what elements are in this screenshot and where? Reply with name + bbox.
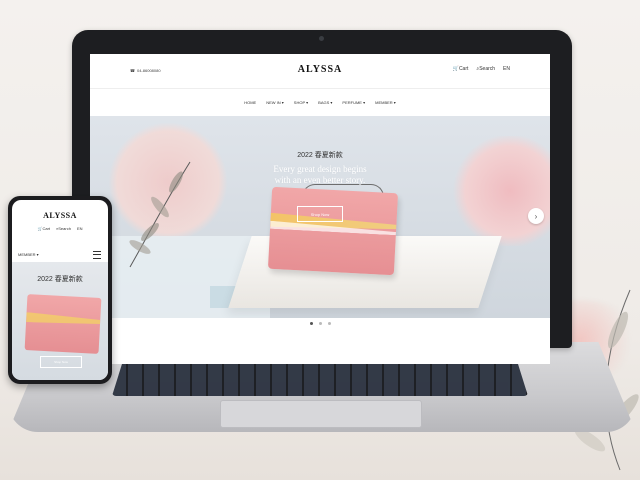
mobile-hero-title: 2022 春夏新款 xyxy=(37,276,83,283)
mobile-shop-now-button[interactable]: Shop Now xyxy=(40,356,82,368)
header-actions: 🛒Cart ⌕Search EN xyxy=(453,66,510,72)
hero-title: 2022 春夏新款 xyxy=(297,152,343,159)
mobile-site-logo[interactable]: ALYSSA xyxy=(12,211,108,220)
laptop-lid: ☎ 04-86008080 ALYSSA 🛒Cart ⌕Search EN HO… xyxy=(72,30,572,364)
hamburger-menu-icon[interactable] xyxy=(93,251,101,259)
carousel-dot-3[interactable] xyxy=(327,322,331,325)
search-link[interactable]: ⌕Search xyxy=(476,66,495,72)
hero-banner: 2022 春夏新款 Every great design begins with… xyxy=(90,116,550,318)
product-bag-image xyxy=(267,186,399,276)
leaf-branch-icon xyxy=(129,161,191,268)
mobile-cart-link[interactable]: 🛒Cart xyxy=(37,226,50,231)
nav-new-in[interactable]: NEW IN ▾ xyxy=(266,100,284,105)
mobile-screen: ALYSSA 🛒Cart ⌕Search EN MEMBER ▾ 2022 春夏… xyxy=(12,200,108,380)
laptop-screen: ☎ 04-86008080 ALYSSA 🛒Cart ⌕Search EN HO… xyxy=(90,54,550,364)
carousel-dot-1[interactable] xyxy=(309,322,313,325)
mobile-product-bag-image xyxy=(24,294,102,354)
carousel-dot-2[interactable] xyxy=(318,322,322,325)
hero-subtitle: Every great design begins with an even b… xyxy=(273,164,367,185)
carousel-dots xyxy=(90,322,550,325)
mobile-header-actions: 🛒Cart ⌕Search EN xyxy=(12,226,108,231)
nav-bags[interactable]: BAGS ▾ xyxy=(318,100,332,105)
mobile-language-selector[interactable]: EN xyxy=(77,226,83,231)
nav-home[interactable]: HOME xyxy=(244,100,256,105)
mobile-hero-banner: 2022 春夏新款 Shop Now xyxy=(12,262,108,380)
nav-shop[interactable]: SHOP ▾ xyxy=(294,100,308,105)
chevron-right-icon[interactable]: › xyxy=(528,208,544,224)
nav-perfume[interactable]: PERFUME ▾ xyxy=(342,100,365,105)
language-selector[interactable]: EN xyxy=(503,66,510,72)
laptop-trackpad xyxy=(220,400,422,428)
main-navigation: HOME NEW IN ▾ SHOP ▾ BAGS ▾ PERFUME ▾ ME… xyxy=(90,100,550,105)
camera-icon xyxy=(319,36,324,41)
site-header: ☎ 04-86008080 ALYSSA 🛒Cart ⌕Search EN xyxy=(90,54,550,89)
mobile-member-menu[interactable]: MEMBER ▾ xyxy=(18,252,39,257)
mobile-search-link[interactable]: ⌕Search xyxy=(56,226,71,231)
mobile-phone: ALYSSA 🛒Cart ⌕Search EN MEMBER ▾ 2022 春夏… xyxy=(8,196,112,384)
shop-now-button[interactable]: Shop Now xyxy=(297,206,343,222)
cart-link[interactable]: 🛒Cart xyxy=(453,66,469,72)
nav-member[interactable]: MEMBER ▾ xyxy=(375,100,396,105)
